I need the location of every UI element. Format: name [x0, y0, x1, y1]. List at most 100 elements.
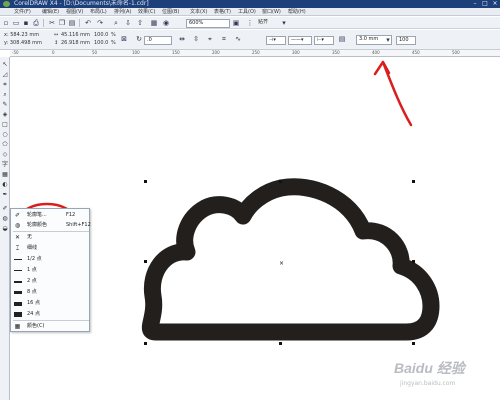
rectangle-tool-icon[interactable]: □ — [1, 121, 9, 129]
menu-window[interactable]: 窗口(W) — [262, 8, 281, 16]
welcome-screen-icon[interactable]: ◉ — [162, 19, 170, 27]
outline-color-item[interactable]: ◍ 轮廓颜色 Shift+F12 — [11, 221, 91, 230]
menu-help[interactable]: 帮助(H) — [288, 8, 306, 16]
undo-icon[interactable]: ↶ — [84, 19, 92, 27]
watermark-url: jingyan.baidu.com — [400, 380, 456, 387]
fill-tool-icon[interactable]: ◍ — [1, 215, 9, 223]
coreldraw-logo-icon — [3, 1, 10, 7]
rotation-angle-field[interactable]: .0 — [144, 36, 172, 45]
menu-effects[interactable]: 效果(C) — [138, 8, 155, 16]
zoom-level-select[interactable]: 600% — [186, 19, 230, 28]
height-field[interactable]: 26.918 mm — [61, 40, 90, 46]
width-24-point-item[interactable]: 24 点 — [11, 310, 91, 319]
shape-tool-icon[interactable]: ◿ — [1, 71, 9, 79]
width-hairline-item[interactable]: ⌶ 细线 — [11, 244, 91, 253]
width-label: 1 点 — [27, 267, 37, 273]
toolbar-separator — [79, 19, 80, 27]
application-launcher-icon[interactable]: ▦ — [150, 19, 158, 27]
wrap-text-icon[interactable]: ▤ — [338, 35, 346, 43]
height-icon: ↕ — [54, 40, 59, 46]
outline-tool-icon[interactable]: ✐ — [1, 205, 9, 213]
redo-icon[interactable]: ↷ — [96, 19, 104, 27]
cloud-shape[interactable] — [141, 178, 440, 341]
ellipse-tool-icon[interactable]: ○ — [1, 131, 9, 139]
cut-icon[interactable]: ✂ — [48, 19, 56, 27]
blend-tool-icon[interactable]: ◐ — [1, 181, 9, 189]
property-bar: x: 584.23 mm y: 308.498 mm ↔ 45.116 mm ↕… — [0, 30, 500, 50]
outline-pen-item[interactable]: ✐ 轮廓笔... F12 — [11, 211, 91, 220]
menu-table[interactable]: 表格(T) — [214, 8, 231, 16]
new-icon[interactable]: ▫ — [2, 19, 10, 27]
width-none-item[interactable]: ✕ 无 — [11, 233, 91, 242]
basic-shapes-tool-icon[interactable]: ◇ — [1, 151, 9, 159]
print-icon[interactable]: ⎙ — [32, 19, 40, 27]
title-bar: CorelDRAW X4 - [D:\Documents\未命名-1.cdr] … — [0, 0, 500, 8]
options-icon[interactable]: ▾ — [280, 19, 288, 27]
lock-ratio-icon[interactable]: ⊠ — [120, 35, 128, 43]
zoom-tool-icon[interactable]: ⌕ — [1, 91, 9, 99]
width-label: 16 点 — [27, 300, 40, 306]
text-tool-icon[interactable]: 字 — [1, 161, 9, 169]
ruler-tick: 500 — [452, 50, 460, 55]
close-button[interactable]: × — [490, 0, 500, 8]
scale-x-unit: % — [111, 32, 116, 38]
end-arrowhead-select[interactable]: ⊢▾ — [314, 36, 334, 45]
color-window-item[interactable]: ▦ 颜色(C) — [11, 322, 91, 331]
mirror-vertical-icon[interactable]: ⇳ — [192, 35, 200, 43]
maximize-button[interactable]: □ — [480, 0, 490, 8]
menu-bar: 文件(F) 编辑(E) 视图(V) 布局(L) 排列(A) 效果(C) 位图(B… — [0, 8, 500, 16]
width-1-point-item[interactable]: 1 点 — [11, 266, 91, 275]
menu-bitmaps[interactable]: 位图(B) — [162, 8, 179, 16]
position-y-field[interactable]: y: 308.498 mm — [4, 40, 42, 46]
convert-curves-icon[interactable]: ∿ — [234, 35, 242, 43]
ruler-tick: 200 — [212, 50, 220, 55]
pick-tool-icon[interactable]: ↖ — [1, 61, 9, 69]
color-icon: ◍ — [14, 222, 21, 229]
rotate-icon[interactable]: ↻ — [135, 35, 143, 43]
node-tool-icon[interactable]: ⌖ — [206, 35, 214, 43]
menu-separator — [13, 320, 89, 321]
scale-x-field[interactable]: 100.0 — [94, 32, 108, 38]
outline-width-dropdown-icon[interactable]: ▾ — [384, 36, 392, 44]
width-2-point-item[interactable]: 2 点 — [11, 277, 91, 286]
mirror-horizontal-icon[interactable]: ⇹ — [178, 35, 186, 43]
minimize-button[interactable]: – — [470, 0, 480, 8]
menu-view[interactable]: 视图(V) — [66, 8, 83, 16]
freehand-tool-icon[interactable]: ✎ — [1, 101, 9, 109]
transform-icon[interactable]: ⌗ — [220, 35, 228, 43]
search-icon[interactable]: ⌕ — [112, 19, 120, 27]
misc-value-field[interactable]: 100 — [396, 36, 416, 45]
interactive-fill-tool-icon[interactable]: ◒ — [1, 225, 9, 233]
width-16-point-item[interactable]: 16 点 — [11, 299, 91, 308]
polygon-tool-icon[interactable]: ⬠ — [1, 141, 9, 149]
horizontal-ruler[interactable]: -50 0 50 100 150 200 250 300 350 400 450… — [10, 50, 500, 57]
width-8-point-item[interactable]: 8 点 — [11, 288, 91, 297]
open-icon[interactable]: ▭ — [12, 19, 20, 27]
start-arrowhead-select[interactable]: ⊣▾ — [266, 36, 286, 45]
width-half-point-item[interactable]: 1/2 点 — [11, 255, 91, 264]
smart-fill-tool-icon[interactable]: ◈ — [1, 111, 9, 119]
width-field[interactable]: 45.116 mm — [61, 32, 90, 38]
menu-tools[interactable]: 工具(O) — [238, 8, 256, 16]
eyedropper-tool-icon[interactable]: ✒ — [1, 191, 9, 199]
table-tool-icon[interactable]: ▦ — [1, 171, 9, 179]
scale-y-field[interactable]: 100.0 — [94, 40, 108, 46]
export-icon[interactable]: ⇧ — [136, 19, 144, 27]
snap-to-menu[interactable]: 贴齐 — [256, 19, 278, 28]
save-icon[interactable]: ▪ — [22, 19, 30, 27]
menu-arrange[interactable]: 排列(A) — [114, 8, 131, 16]
width-label: 细线 — [27, 245, 38, 251]
outline-pen-shortcut: F12 — [66, 212, 76, 218]
menu-layout[interactable]: 布局(L) — [90, 8, 107, 16]
full-screen-icon[interactable]: ▣ — [232, 19, 240, 27]
crop-tool-icon[interactable]: ⌗ — [1, 81, 9, 89]
line-style-select[interactable]: ——▾ — [288, 36, 312, 45]
ruler-tick: 450 — [412, 50, 420, 55]
import-icon[interactable]: ⇩ — [124, 19, 132, 27]
menu-edit[interactable]: 编辑(E) — [42, 8, 59, 16]
menu-file[interactable]: 文件(F) — [14, 8, 31, 16]
position-x-field[interactable]: x: 584.23 mm — [4, 32, 39, 38]
paste-icon[interactable]: ▤ — [68, 19, 76, 27]
menu-text[interactable]: 文本(X) — [190, 8, 207, 16]
copy-icon[interactable]: ❐ — [58, 19, 66, 27]
